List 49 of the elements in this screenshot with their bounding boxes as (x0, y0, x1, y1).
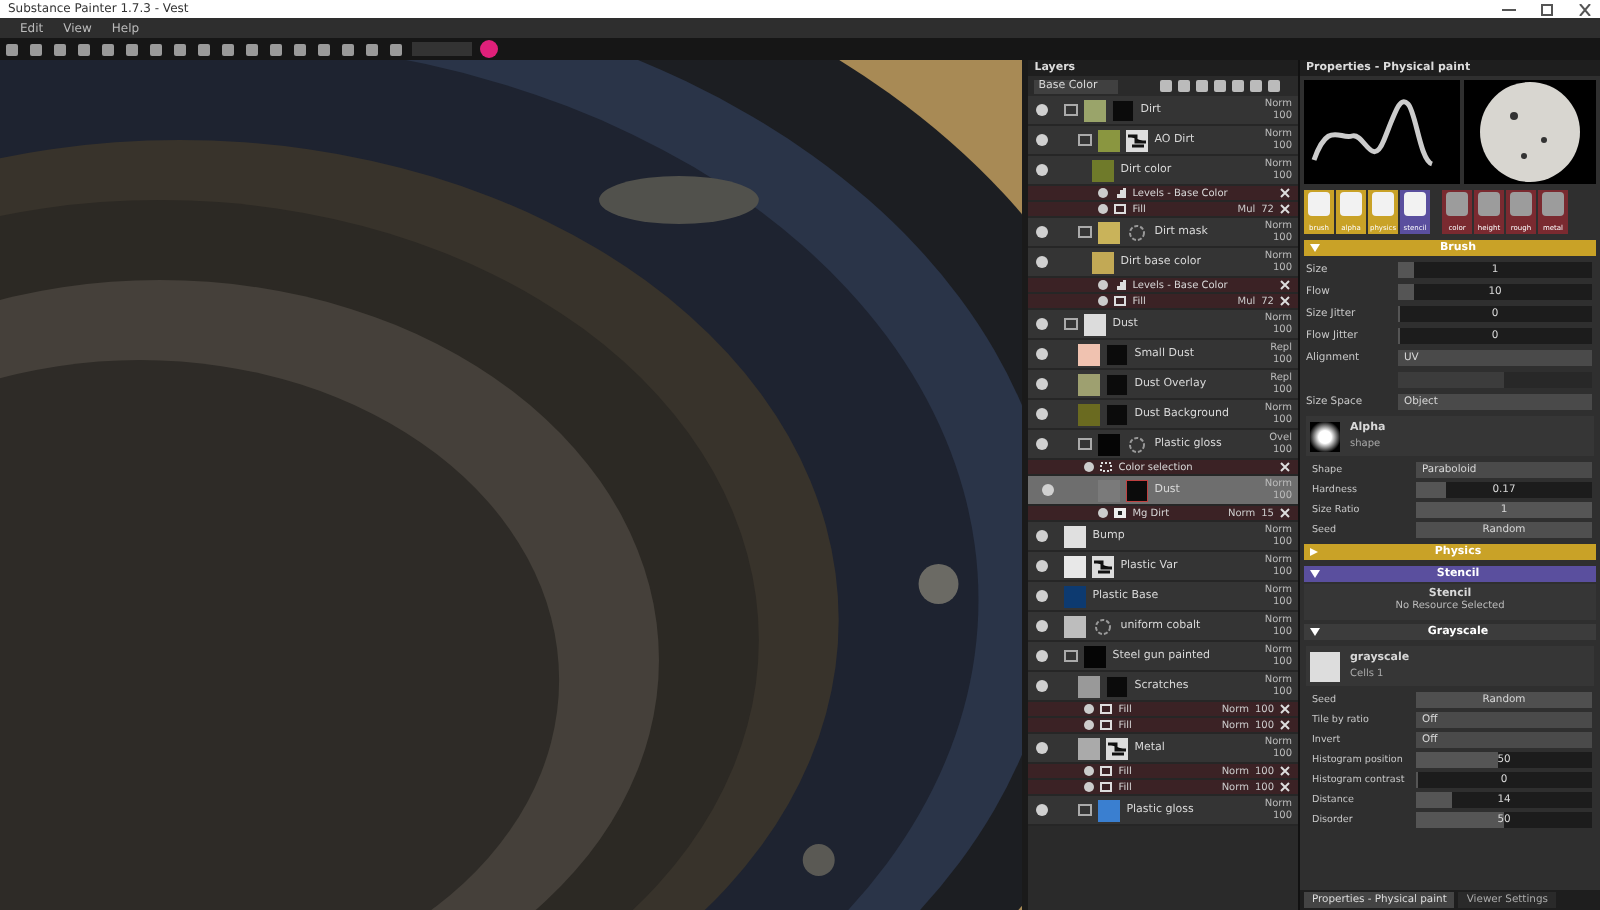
folder-icon[interactable] (1078, 804, 1093, 816)
visibility-icon[interactable] (1036, 680, 1049, 692)
visibility-icon[interactable] (1036, 408, 1049, 420)
visibility-icon[interactable] (1036, 650, 1049, 662)
grayscale-thumbnail (1310, 651, 1340, 681)
visibility-icon[interactable] (1036, 804, 1049, 816)
mask-thumbnail (1106, 737, 1129, 759)
levels-icon (1114, 188, 1127, 198)
folder-icon[interactable] (1078, 438, 1093, 450)
visibility-icon[interactable] (1036, 104, 1049, 116)
visibility-icon[interactable] (1036, 134, 1049, 146)
visibility-icon[interactable] (1036, 378, 1049, 390)
caret-icon[interactable] (1310, 570, 1320, 578)
caret-icon[interactable] (1310, 628, 1320, 636)
visibility-icon[interactable] (1036, 590, 1049, 602)
ring-icon (1092, 615, 1115, 637)
visibility-icon[interactable] (1098, 508, 1109, 518)
visibility-icon[interactable] (1036, 438, 1049, 450)
maximize-icon[interactable] (1540, 3, 1554, 15)
visibility-icon[interactable] (1036, 530, 1049, 542)
fill-icon (1114, 204, 1127, 214)
minimize-icon[interactable] (1502, 3, 1516, 15)
filter-icon (1114, 508, 1127, 518)
visibility-icon[interactable] (1036, 742, 1049, 754)
logo-icon[interactable] (480, 40, 498, 58)
toolbar-field[interactable] (412, 42, 472, 56)
folder-icon[interactable] (1064, 104, 1079, 116)
folder-icon[interactable] (1064, 650, 1079, 662)
visibility-icon[interactable] (1036, 256, 1049, 268)
visibility-icon[interactable] (1036, 164, 1049, 176)
folder-icon[interactable] (1078, 134, 1093, 146)
folder-icon[interactable] (1064, 318, 1079, 330)
visibility-icon[interactable] (1036, 318, 1049, 330)
fill-icon (1114, 296, 1127, 306)
mask-thumbnail (1092, 555, 1115, 577)
ring-icon (1126, 221, 1149, 243)
selection-icon (1100, 462, 1113, 472)
mask-thumbnail (1112, 99, 1135, 121)
visibility-icon[interactable] (1036, 620, 1049, 632)
visibility-icon[interactable] (1036, 226, 1049, 238)
visibility-icon[interactable] (1036, 348, 1049, 360)
mask-thumbnail (1126, 129, 1149, 151)
visibility-icon[interactable] (1036, 560, 1049, 572)
folder-icon[interactable] (1078, 226, 1093, 238)
ring-icon (1126, 433, 1149, 455)
levels-icon (1114, 280, 1127, 290)
alpha-thumbnail (1310, 421, 1340, 451)
visibility-icon[interactable] (1084, 462, 1095, 472)
close-icon[interactable] (1578, 3, 1592, 15)
